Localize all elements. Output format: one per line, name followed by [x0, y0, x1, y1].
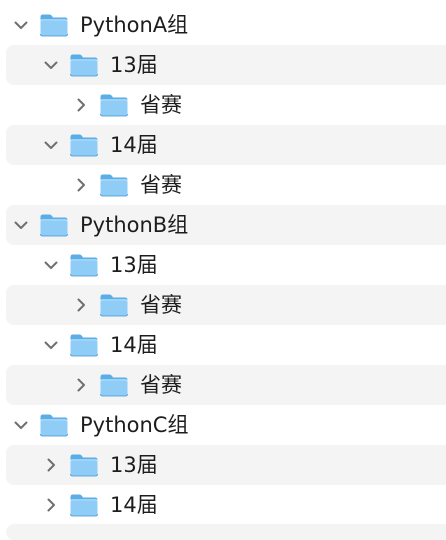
tree-row-provincial[interactable]: 省赛	[0, 285, 446, 325]
tree-row-14[interactable]: 14届	[0, 325, 446, 365]
folder-icon	[99, 373, 129, 397]
tree-row-label: PythonC组	[80, 413, 189, 437]
tree-row-13[interactable]: 13届	[0, 245, 446, 285]
folder-icon	[69, 493, 99, 517]
folder-icon	[39, 413, 69, 437]
tree-row-provincial[interactable]: 省赛	[0, 365, 446, 405]
tree-row-pythonb[interactable]: PythonB组	[0, 205, 446, 245]
tree-row-14[interactable]: 14届	[0, 485, 446, 525]
chevron-right-icon[interactable]	[73, 297, 89, 313]
tree-row-label: 13届	[110, 453, 158, 477]
chevron-right-icon[interactable]	[43, 497, 59, 513]
tree-row-14[interactable]: 14届	[0, 125, 446, 165]
chevron-down-icon[interactable]	[43, 257, 59, 273]
tree-row-pythona[interactable]: PythonA组	[0, 5, 446, 45]
tree-row-label: 14届	[110, 333, 158, 357]
folder-icon	[39, 213, 69, 237]
folder-icon	[99, 93, 129, 117]
tree-row-label: 14届	[110, 493, 158, 517]
tree-row-provincial[interactable]: 省赛	[0, 85, 446, 125]
chevron-right-icon[interactable]	[73, 377, 89, 393]
folder-tree: PythonA组 13届 省赛 14届 省赛 PythonB组 13届 省赛 1…	[0, 0, 446, 540]
chevron-down-icon[interactable]	[43, 137, 59, 153]
tree-row-label: 13届	[110, 253, 158, 277]
tree-row-label: 14届	[110, 133, 158, 157]
tree-row-label: PythonA组	[80, 13, 189, 37]
chevron-right-icon[interactable]	[43, 457, 59, 473]
tree-row-label: 省赛	[140, 93, 182, 117]
chevron-right-icon[interactable]	[73, 177, 89, 193]
tree-row-provincial[interactable]: 省赛	[0, 165, 446, 205]
chevron-down-icon[interactable]	[13, 17, 29, 33]
chevron-down-icon[interactable]	[13, 417, 29, 433]
tree-row-pythonc[interactable]: PythonC组	[0, 405, 446, 445]
tree-row-label: 省赛	[140, 293, 182, 317]
chevron-right-icon[interactable]	[73, 97, 89, 113]
tree-row-label: PythonB组	[80, 213, 189, 237]
folder-icon	[69, 133, 99, 157]
tree-row-label: 省赛	[140, 373, 182, 397]
folder-icon	[99, 293, 129, 317]
folder-icon	[69, 333, 99, 357]
folder-icon	[69, 453, 99, 477]
chevron-down-icon[interactable]	[43, 337, 59, 353]
tree-row-label: 13届	[110, 53, 158, 77]
tree-row-empty	[0, 524, 446, 540]
folder-icon	[69, 253, 99, 277]
tree-row-label: 省赛	[140, 173, 182, 197]
folder-icon	[69, 53, 99, 77]
chevron-down-icon[interactable]	[13, 217, 29, 233]
chevron-down-icon[interactable]	[43, 57, 59, 73]
folder-icon	[99, 173, 129, 197]
tree-row-13[interactable]: 13届	[0, 445, 446, 485]
tree-row-13[interactable]: 13届	[0, 45, 446, 85]
folder-icon	[39, 13, 69, 37]
